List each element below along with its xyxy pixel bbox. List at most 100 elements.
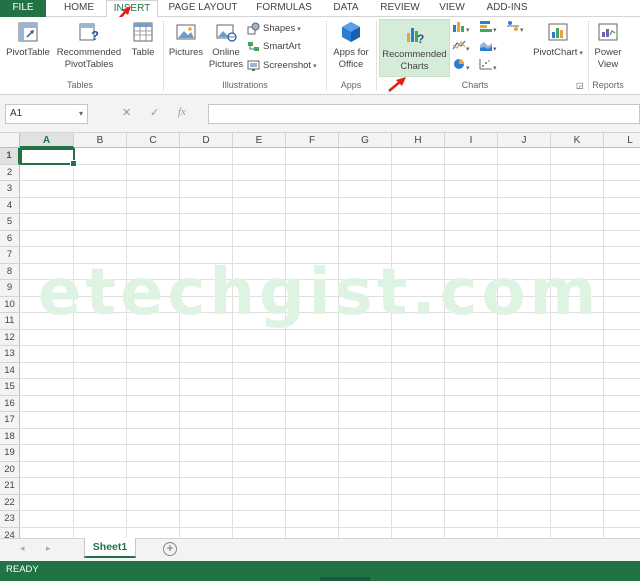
apps-for-office-button[interactable]: Apps for Office (329, 20, 373, 71)
tab-formulas[interactable]: FORMULAS (252, 0, 316, 17)
column-header-h[interactable]: H (392, 133, 445, 148)
row-header-3[interactable]: 3 (0, 181, 20, 198)
power-view-button[interactable]: Power View (591, 20, 625, 71)
charts-dialog-launcher-icon[interactable]: ◲ (576, 77, 584, 95)
pie-chart-button[interactable]: ▾ (452, 58, 470, 76)
enter-entry-icon[interactable]: ✓ (150, 106, 159, 119)
waterfall-chart-icon (507, 21, 519, 31)
group-separator (376, 21, 377, 91)
row-header-7[interactable]: 7 (0, 247, 20, 264)
column-header-l[interactable]: L (604, 133, 640, 148)
row-header-11[interactable]: 11 (0, 313, 20, 330)
row-header-24[interactable]: 24 (0, 527, 20, 538)
column-header-k[interactable]: K (551, 133, 604, 148)
grid-row-line (20, 213, 640, 214)
tab-data[interactable]: DATA (326, 0, 366, 17)
online-pictures-button[interactable]: Online Pictures (207, 20, 245, 71)
row-header-9[interactable]: 9 (0, 280, 20, 297)
formula-bar: A1 ▾ ✕ ✓ fx (0, 95, 640, 133)
worksheet-grid[interactable]: ABCDEFGHIJKL 1 2 3 4 5 6 7 8 9 10 11 12 13 14 15 16 17 18… (0, 133, 640, 538)
chevron-down-icon: ▾ (579, 50, 583, 57)
row-header-4[interactable]: 4 (0, 197, 20, 214)
screenshot-button[interactable]: Screenshot ▾ (247, 57, 317, 75)
active-cell-a1[interactable] (20, 148, 77, 167)
column-header-b[interactable]: B (74, 133, 127, 148)
row-header-1[interactable]: 1 (0, 148, 20, 165)
hierarchy-chart-button[interactable]: ▾ (479, 20, 497, 38)
screenshot-icon (247, 60, 260, 71)
pivot-table-button[interactable]: PivotTable (4, 20, 52, 59)
pivot-chart-button[interactable]: PivotChart ▾ (532, 20, 584, 60)
shapes-label: Shapes (263, 23, 296, 34)
add-sheet-icon[interactable]: + (163, 542, 177, 556)
sheet-tab-sheet1[interactable]: Sheet1 (84, 538, 136, 558)
recommended-charts-button[interactable]: ? Recommended Charts (379, 19, 450, 77)
group-label-apps: Apps (340, 80, 362, 90)
sheet-nav-prev-icon[interactable]: ◂ (20, 543, 25, 554)
chevron-down-icon: ▾ (493, 65, 497, 72)
grid-column-line (126, 148, 127, 538)
chevron-down-icon[interactable]: ▾ (79, 105, 83, 123)
grid-row-line (20, 411, 640, 412)
tab-add-ins[interactable]: ADD-INS (482, 0, 532, 17)
tab-review[interactable]: REVIEW (376, 0, 424, 17)
name-box[interactable]: A1 ▾ (5, 104, 88, 124)
column-header-f[interactable]: F (286, 133, 339, 148)
row-header-20[interactable]: 20 (0, 461, 20, 478)
sheet-tab-bar: ◂ ▸ Sheet1 + (0, 538, 640, 561)
row-header-23[interactable]: 23 (0, 511, 20, 528)
shapes-button[interactable]: Shapes ▾ (247, 20, 301, 38)
table-button[interactable]: Table (127, 20, 159, 59)
pivot-table-label: PivotTable (6, 47, 50, 58)
group-separator (326, 21, 327, 91)
tab-page-layout[interactable]: PAGE LAYOUT (166, 0, 240, 17)
column-header-c[interactable]: C (127, 133, 180, 148)
formula-input[interactable] (208, 104, 640, 124)
tab-home[interactable]: HOME (58, 0, 100, 17)
online-pictures-label-2: Pictures (208, 59, 244, 70)
chevron-down-icon: ▾ (520, 27, 524, 34)
smartart-button[interactable]: SmartArt (247, 38, 300, 56)
row-header-19[interactable]: 19 (0, 445, 20, 462)
chevron-down-icon: ▾ (313, 63, 317, 70)
waterfall-chart-button[interactable]: ▾ (506, 20, 524, 38)
grid-row-line (20, 394, 640, 396)
column-header-a[interactable]: A (20, 133, 74, 148)
row-header-22[interactable]: 22 (0, 494, 20, 511)
line-chart-button[interactable]: ▾ (452, 39, 470, 57)
column-header-j[interactable]: J (498, 133, 551, 148)
chevron-down-icon: ▾ (466, 27, 470, 34)
sheet-nav-next-icon[interactable]: ▸ (46, 543, 51, 554)
row-header-8[interactable]: 8 (0, 263, 20, 280)
formula-buttons: ✕ ✓ fx (108, 104, 198, 124)
row-header-17[interactable]: 17 (0, 412, 20, 429)
row-header-21[interactable]: 21 (0, 478, 20, 495)
row-header-5[interactable]: 5 (0, 214, 20, 231)
tab-file[interactable]: FILE (0, 0, 46, 17)
column-chart-button[interactable]: ▾ (452, 20, 470, 38)
select-all-corner[interactable] (0, 133, 20, 148)
row-header-13[interactable]: 13 (0, 346, 20, 363)
row-header-16[interactable]: 16 (0, 395, 20, 412)
row-header-2[interactable]: 2 (0, 164, 20, 181)
grid-column-line (179, 148, 180, 538)
row-header-10[interactable]: 10 (0, 296, 20, 313)
recommended-pivottables-button[interactable]: ? Recommended PivotTables (55, 20, 123, 71)
shapes-icon (247, 22, 260, 35)
cancel-entry-icon[interactable]: ✕ (122, 106, 131, 119)
grid-row-line (20, 196, 640, 198)
row-header-14[interactable]: 14 (0, 362, 20, 379)
pictures-button[interactable]: Pictures (167, 20, 205, 59)
column-header-d[interactable]: D (180, 133, 233, 148)
column-header-e[interactable]: E (233, 133, 286, 148)
row-header-18[interactable]: 18 (0, 428, 20, 445)
scatter-chart-button[interactable]: ▾ (479, 58, 497, 76)
insert-function-icon[interactable]: fx (178, 106, 186, 118)
column-header-g[interactable]: G (339, 133, 392, 148)
row-header-15[interactable]: 15 (0, 379, 20, 396)
row-header-6[interactable]: 6 (0, 230, 20, 247)
row-header-12[interactable]: 12 (0, 329, 20, 346)
tab-view[interactable]: VIEW (434, 0, 470, 17)
column-header-i[interactable]: I (445, 133, 498, 148)
area-chart-button[interactable]: ▾ (479, 39, 497, 57)
